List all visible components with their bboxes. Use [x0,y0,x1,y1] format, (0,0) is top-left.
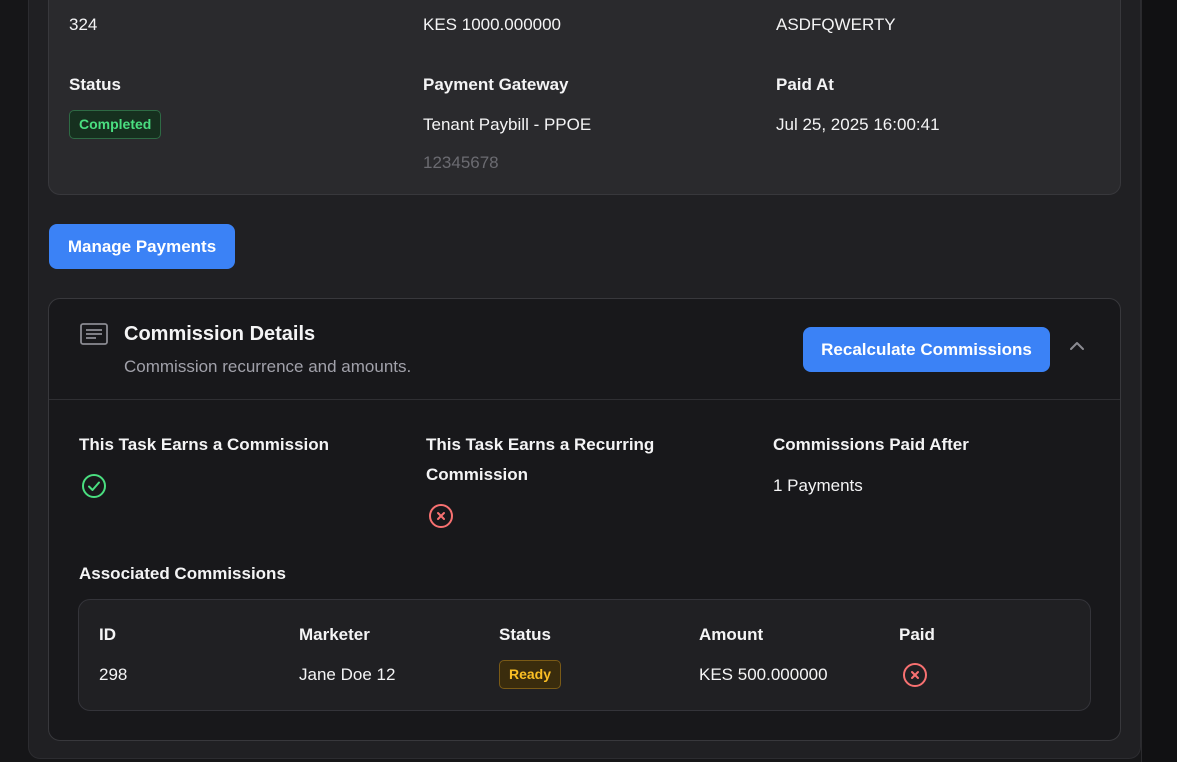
window-edge [1141,0,1177,762]
paid-at-value: Jul 25, 2025 16:00:41 [776,115,940,134]
row-id: 298 [99,665,128,684]
paid-after-label: Commissions Paid After [773,435,969,454]
gateway-value: Tenant Paybill - PPOE [423,115,592,134]
row-status-badge: Ready [499,660,562,689]
recurring-label-line2: Commission [426,465,529,484]
payment-reference: ASDFQWERTY [776,15,896,34]
row-marketer: Jane Doe 12 [299,665,396,684]
recalculate-commissions-button[interactable]: Recalculate Commissions [803,327,1050,372]
x-circle-icon [428,503,454,534]
earns-commission-label: This Task Earns a Commission [79,435,330,454]
associated-commissions-title: Associated Commissions [79,564,286,583]
column-header-status: Status [499,625,551,644]
chevron-up-icon[interactable] [1068,339,1086,357]
commissions-table: ID Marketer Status Amount Paid 298 Jane … [78,599,1091,711]
paid-after-value: 1 Payments [773,476,863,495]
row-amount: KES 500.000000 [699,665,828,684]
column-header-paid: Paid [899,625,935,644]
payment-id: 324 [69,15,98,34]
commission-subtitle: Commission recurrence and amounts. [124,357,412,376]
commission-title: Commission Details [124,323,316,345]
column-header-id: ID [99,625,116,644]
status-badge: Completed [69,110,162,139]
column-header-amount: Amount [699,625,764,644]
paid-at-label: Paid At [776,75,834,94]
status-label: Status [69,75,121,94]
payment-details-card: 324 KES 1000.000000 ASDFQWERTY Status Co… [48,0,1121,195]
header-divider [49,399,1120,400]
check-circle-icon [81,473,107,504]
commission-details-card: Commission Details Commission recurrence… [48,298,1121,741]
column-header-marketer: Marketer [299,625,370,644]
gateway-label: Payment Gateway [423,75,569,94]
document-lines-icon [80,323,108,350]
gateway-number: 12345678 [423,153,499,172]
payment-amount: KES 1000.000000 [423,15,562,34]
manage-payments-button[interactable]: Manage Payments [49,224,235,269]
recurring-label-line1: This Task Earns a Recurring [426,435,655,454]
x-circle-icon [902,662,928,693]
